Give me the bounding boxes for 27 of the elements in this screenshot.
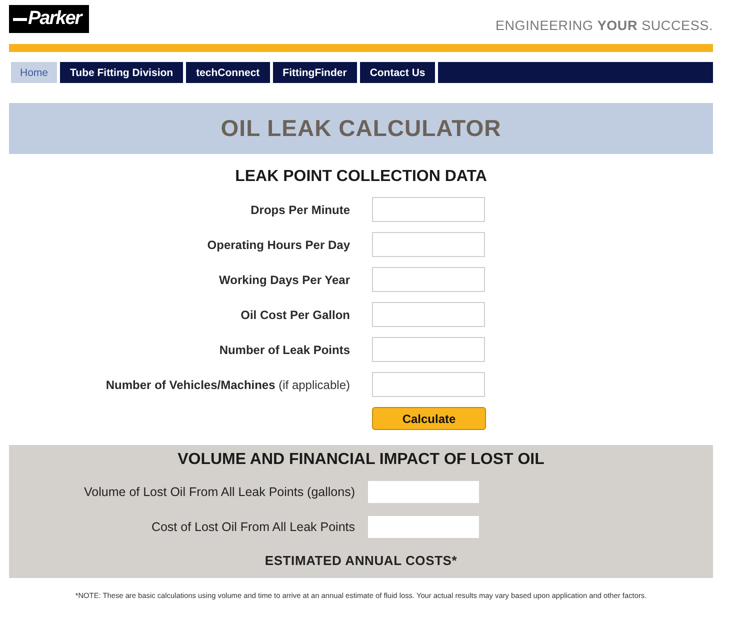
logo-text: Parker — [28, 7, 82, 31]
field-label: Cost of Lost Oil From All Leak Points — [151, 520, 355, 534]
input-field[interactable] — [372, 267, 485, 292]
section-footer: ESTIMATED ANNUAL COSTS* — [264, 553, 458, 568]
input-field[interactable] — [372, 197, 485, 222]
input-field[interactable] — [372, 302, 485, 327]
logo-badge[interactable]: Parker — [9, 5, 89, 33]
section-heading: LEAK POINT COLLECTION DATA — [235, 168, 487, 186]
field-label: Number of Vehicles/Machines — [106, 378, 276, 392]
output-field[interactable] — [368, 516, 479, 538]
input-field[interactable] — [372, 232, 485, 257]
field-label: Working Days Per Year — [219, 272, 350, 286]
field-label: Volume of Lost Oil From All Leak Points (gallons) — [84, 485, 355, 499]
dash-icon — [13, 18, 27, 20]
field-label: Drops Per Minute — [250, 202, 350, 216]
page-title: OIL LEAK CALCULATOR — [220, 115, 502, 142]
calculate-button[interactable]: Calculate — [372, 407, 486, 430]
field-label: Oil Cost Per Gallon — [240, 308, 350, 322]
input-field[interactable] — [372, 372, 485, 397]
section-heading: VOLUME AND FINANCIAL IMPACT OF LOST OIL — [178, 451, 544, 469]
field-label: Operating Hours Per Day — [207, 238, 350, 252]
nav-tab[interactable]: Home — [11, 62, 60, 83]
hint-text: (if applicable) — [278, 378, 350, 392]
output-field[interactable] — [368, 481, 479, 503]
field-label: Number of Leak Points — [219, 342, 350, 356]
tagline: ENGINEERING YOUR SUCCESS. — [495, 17, 713, 34]
input-field[interactable] — [372, 337, 485, 362]
